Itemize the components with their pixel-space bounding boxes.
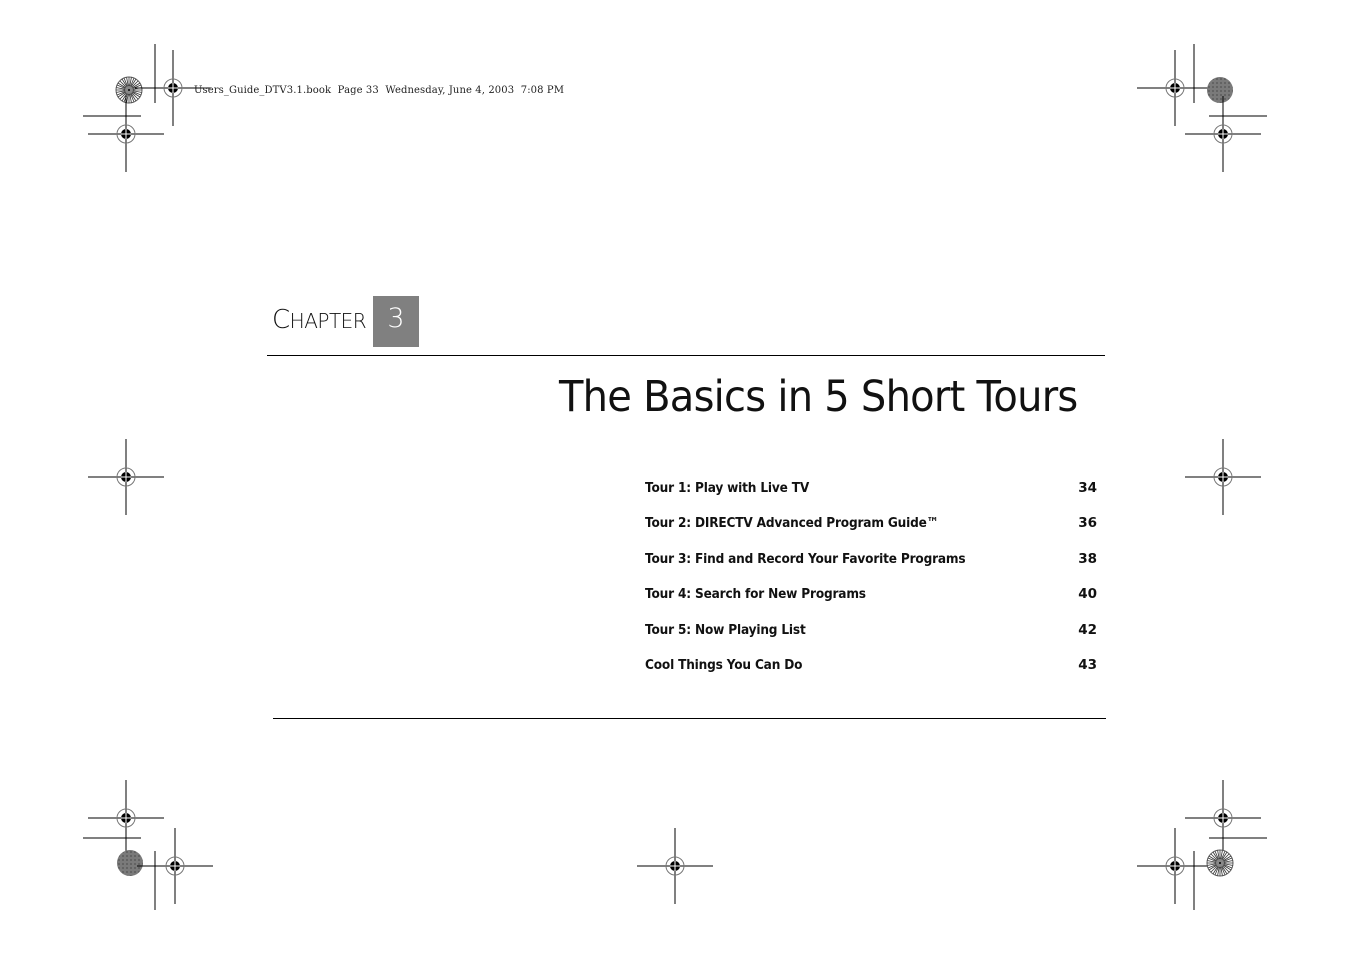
chapter-label: CHAPTER: [272, 305, 367, 335]
toc-entry-page: 38: [1078, 550, 1097, 567]
toc-entry-label: Tour 2: DIRECTV Advanced Program Guide™: [645, 515, 939, 532]
registration-mark-icon: [87, 438, 165, 516]
toc-entry-page: 43: [1078, 656, 1097, 673]
print-slug-line: Users_Guide_DTV3.1.book Page 33 Wednesda…: [194, 85, 565, 96]
toc-entry-label: Tour 5: Now Playing List: [645, 621, 806, 638]
printer-marks: [83, 44, 1267, 910]
solid-target-icon: [1207, 77, 1233, 103]
registration-mark-icon: [87, 95, 165, 173]
toc-entry-page: 40: [1078, 586, 1097, 603]
starburst-target-icon: [115, 76, 143, 104]
toc-entry-page: 42: [1078, 621, 1097, 638]
toc-entry-page: 34: [1078, 480, 1097, 496]
footer-rule: [273, 718, 1106, 719]
chapter-number-badge: 3: [373, 296, 419, 347]
starburst-target-icon: [1206, 849, 1234, 877]
registration-mark-icon: [1136, 827, 1214, 905]
toc-entry[interactable]: Tour 5: Now Playing List 42: [645, 620, 1097, 655]
toc-entry[interactable]: Cool Things You Can Do 43: [645, 655, 1097, 690]
registration-mark-icon: [1184, 779, 1262, 857]
toc-entry-label: Cool Things You Can Do: [645, 656, 803, 673]
chapter-label-initial: C: [272, 305, 290, 335]
registration-mark-icon: [87, 779, 165, 857]
solid-target-icon: [117, 850, 143, 876]
registration-mark-icon: [1184, 95, 1262, 173]
chapter-label-rest: HAPTER: [289, 309, 367, 333]
registration-mark-icon: [1136, 49, 1214, 127]
header-rule: [267, 355, 1105, 356]
toc-entry[interactable]: Tour 1: Play with Live TV 34: [645, 478, 1097, 513]
toc-entry[interactable]: Tour 2: DIRECTV Advanced Program Guide™ …: [645, 513, 1097, 548]
chapter-title: The Basics in 5 Short Tours: [559, 372, 1078, 422]
toc-entry-label: Tour 1: Play with Live TV: [645, 480, 810, 496]
toc-entry[interactable]: Tour 4: Search for New Programs 40: [645, 584, 1097, 619]
toc-entry[interactable]: Tour 3: Find and Record Your Favorite Pr…: [645, 549, 1097, 584]
toc-entry-page: 36: [1078, 515, 1097, 532]
registration-mark-icon: [136, 827, 214, 905]
table-of-contents: Tour 1: Play with Live TV 34 Tour 2: DIR…: [645, 478, 1097, 690]
registration-mark-icon: [636, 827, 714, 905]
toc-entry-label: Tour 3: Find and Record Your Favorite Pr…: [645, 550, 966, 567]
registration-mark-icon: [1184, 438, 1262, 516]
toc-entry-label: Tour 4: Search for New Programs: [645, 586, 866, 603]
